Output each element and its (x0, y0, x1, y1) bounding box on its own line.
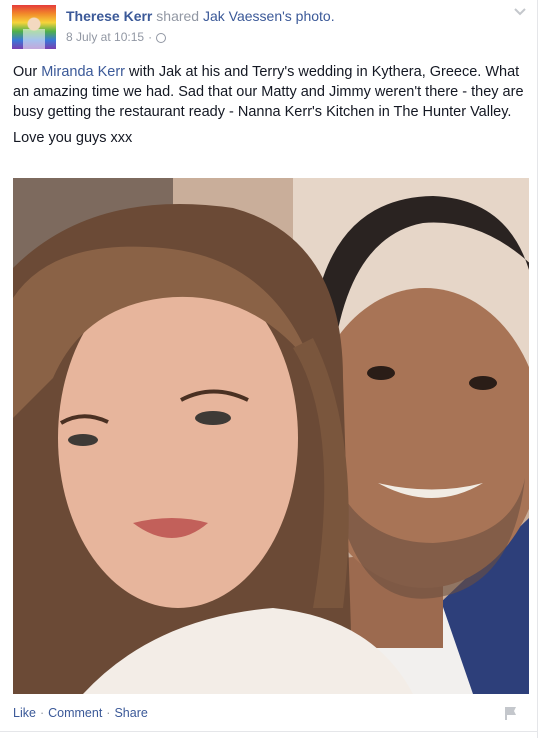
post-header: Therese Kerr shared Jak Vaessen's photo. (66, 8, 335, 24)
chevron-down-icon[interactable] (513, 6, 527, 16)
flag-icon[interactable] (503, 705, 519, 721)
shared-photo[interactable] (13, 178, 529, 694)
photo-content-illustration (13, 178, 529, 694)
post-timestamp[interactable]: 8 July at 10:15 (66, 30, 144, 44)
share-link[interactable]: Share (114, 706, 147, 720)
action-separator: · (106, 706, 111, 720)
avatar-figure (23, 17, 45, 49)
post-body: Our Miranda Kerr with Jak at his and Ter… (13, 62, 529, 148)
post-meta: 8 July at 10:15 · (66, 30, 167, 44)
like-link[interactable]: Like (13, 706, 36, 720)
meta-separator: · (148, 30, 153, 44)
globe-icon[interactable] (156, 33, 167, 43)
action-separator: · (39, 706, 45, 720)
photo-link[interactable]: photo. (296, 8, 335, 24)
author-avatar[interactable] (12, 5, 56, 49)
paragraph-1-start: Our (13, 64, 42, 80)
photo-owner-link[interactable]: Jak Vaessen's (203, 8, 292, 24)
post-actions: Like · Comment · Share (13, 706, 148, 720)
shared-label: shared (156, 8, 200, 24)
post-paragraph-2: Love you guys xxx (13, 130, 133, 146)
comment-link[interactable]: Comment (48, 706, 102, 720)
post-paragraph-1: Our Miranda Kerr with Jak at his and Ter… (13, 62, 529, 122)
feed-post: Therese Kerr shared Jak Vaessen's photo.… (0, 0, 538, 738)
miranda-kerr-link[interactable]: Miranda Kerr (41, 64, 125, 80)
author-name-link[interactable]: Therese Kerr (66, 8, 152, 24)
post-divider (0, 731, 537, 732)
